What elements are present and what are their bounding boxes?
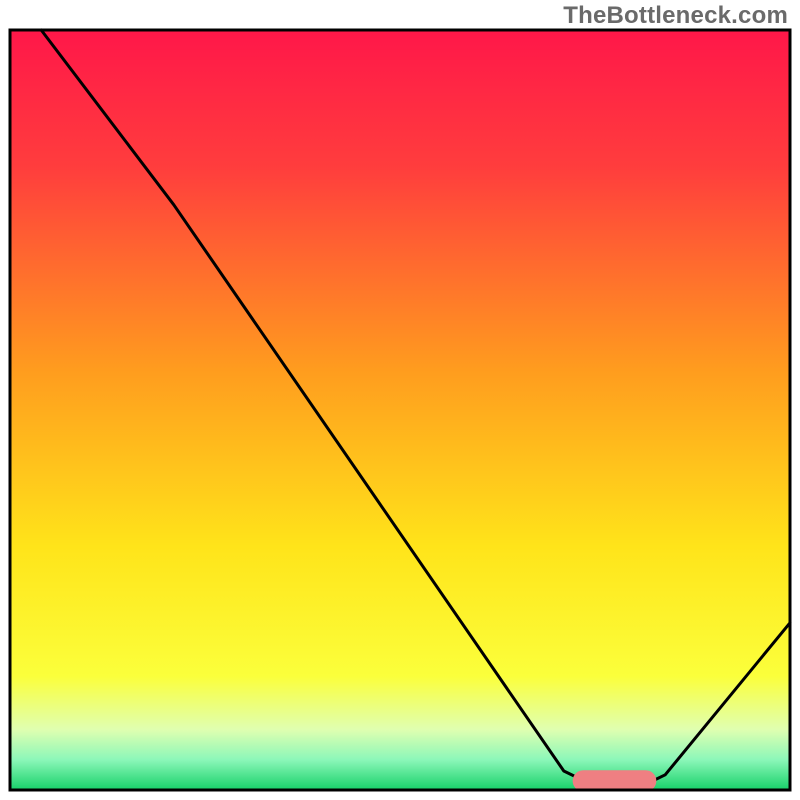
bottleneck-chart: TheBottleneck.com: [0, 0, 800, 800]
watermark-text: TheBottleneck.com: [563, 2, 788, 30]
optimal-range-marker: [573, 770, 657, 791]
chart-svg: [0, 0, 800, 800]
